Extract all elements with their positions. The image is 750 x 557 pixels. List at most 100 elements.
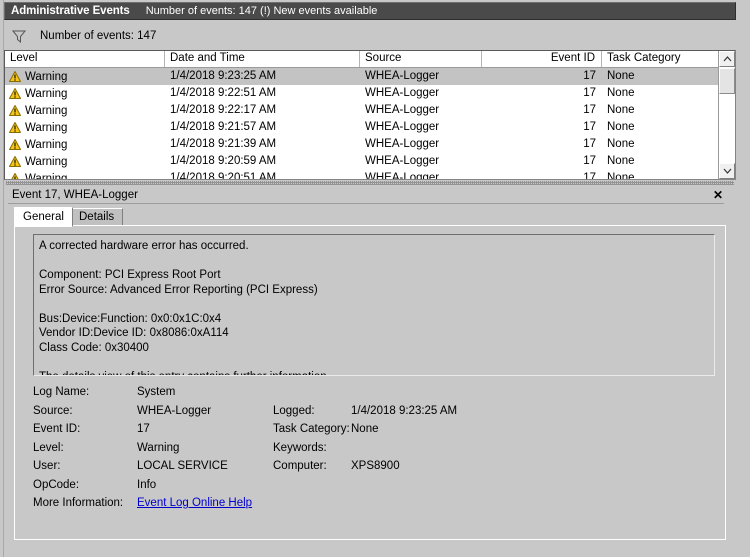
close-icon[interactable]: ✕ (708, 186, 728, 203)
metadata-row-event-id: Event ID: 17 Task Category: None (33, 423, 715, 442)
cell-event-id: 17 (583, 172, 596, 179)
event-viewer-window: Administrative Events Number of events: … (0, 0, 750, 557)
cell-date-and-time: 1/4/2018 9:22:17 AM (170, 104, 277, 116)
metadata-row-opcode: OpCode: Info (33, 479, 715, 498)
table-row[interactable]: Warning 1/4/2018 9:21:39 AM WHEA-Logger 17 N… (5, 136, 718, 153)
scrollbar-thumb[interactable] (719, 68, 735, 94)
window-titlebar: Administrative Events Number of events: … (4, 2, 736, 20)
warning-icon (9, 105, 21, 116)
splitter-grip (6, 181, 734, 185)
level-text: Warning (25, 104, 68, 117)
level-text: Warning (25, 155, 68, 168)
opcode-label: OpCode: (33, 478, 80, 491)
metadata-row-log-name: Log Name: System (33, 386, 715, 405)
cell-event-id: 17 (583, 104, 596, 116)
scroll-down-button[interactable] (719, 163, 735, 179)
warning-icon (9, 88, 21, 99)
cell-date-and-time: 1/4/2018 9:21:57 AM (170, 121, 277, 133)
level-value: Warning (137, 441, 180, 454)
table-row[interactable]: Warning 1/4/2018 9:22:17 AM WHEA-Logger 17 N… (5, 102, 718, 119)
tab-details[interactable]: Details (70, 208, 124, 226)
cell-task-category: None (607, 104, 635, 116)
cell-level: Warning (5, 68, 165, 85)
column-header-event-id[interactable]: Event ID (482, 51, 602, 67)
table-row[interactable]: Warning 1/4/2018 9:22:51 AM WHEA-Logger 17 N… (5, 85, 718, 102)
task-category-value: None (351, 423, 379, 435)
cell-source: WHEA-Logger (365, 104, 440, 116)
cell-event-id: 17 (583, 121, 596, 133)
filter-funnel-icon[interactable] (11, 30, 27, 43)
cell-task-category: None (607, 138, 635, 150)
level-text: Warning (25, 87, 68, 100)
cell-source: WHEA-Logger (365, 70, 440, 82)
cell-source: WHEA-Logger (365, 172, 440, 179)
detail-pane-titlebar: Event 17, WHEA-Logger ✕ (8, 186, 728, 204)
column-header-task-category[interactable]: Task Category (602, 51, 718, 67)
cell-task-category: None (607, 87, 635, 99)
table-row[interactable]: Warning 1/4/2018 9:21:57 AM WHEA-Logger 17 N… (5, 119, 718, 136)
column-header-level[interactable]: Level (5, 51, 165, 67)
level-text: Warning (25, 121, 68, 134)
computer-value: XPS8900 (351, 460, 400, 472)
warning-icon (9, 156, 21, 167)
cell-level: Warning (5, 119, 165, 136)
cell-event-id: 17 (583, 87, 596, 99)
metadata-row-level: Level: Warning Keywords: (33, 442, 715, 461)
detail-tabstrip: General Details (14, 207, 726, 227)
tab-general[interactable]: General (14, 207, 73, 227)
cell-source: WHEA-Logger (365, 87, 440, 99)
cell-source: WHEA-Logger (365, 121, 440, 133)
source-value: WHEA-Logger (137, 404, 212, 417)
cell-level: Warning (5, 102, 165, 119)
cell-level: Warning (5, 153, 165, 170)
event-list-header-row: Level Date and Time Source Event ID Task… (5, 51, 718, 68)
event-count-status: Number of events: 147 (!) New events ava… (145, 5, 378, 17)
metadata-row-more-information: More Information: Event Log Online Help (33, 497, 715, 516)
filter-event-count-label: Number of events: 147 (40, 30, 157, 42)
warning-icon (9, 71, 21, 82)
tab-panel-general: A corrected hardware error has occurred.… (14, 226, 726, 540)
task-category-label: Task Category: (273, 423, 350, 435)
window-right-edge (736, 0, 750, 557)
table-row[interactable]: Warning 1/4/2018 9:20:51 AM WHEA-Logger 17 N… (5, 170, 718, 179)
cell-level: Warning (5, 136, 165, 153)
level-label: Level: (33, 441, 64, 454)
cell-task-category: None (607, 70, 635, 82)
cell-date-and-time: 1/4/2018 9:23:25 AM (170, 70, 277, 82)
keywords-label: Keywords: (273, 441, 327, 454)
user-value: LOCAL SERVICE (137, 460, 228, 472)
logged-value: 1/4/2018 9:23:25 AM (351, 404, 458, 417)
table-row[interactable]: Warning 1/4/2018 9:20:59 AM WHEA-Logger 17 N… (5, 153, 718, 170)
page-title: Administrative Events (11, 5, 130, 17)
computer-label: Computer: (273, 460, 327, 472)
column-header-source[interactable]: Source (360, 51, 482, 67)
event-id-label: Event ID: (33, 423, 81, 435)
level-text: Warning (25, 138, 68, 151)
cell-source: WHEA-Logger (365, 138, 440, 150)
cell-date-and-time: 1/4/2018 9:22:51 AM (170, 87, 277, 99)
event-metadata: Log Name: System Source: WHEA-Logger Log… (33, 386, 715, 516)
event-list-scrollbar[interactable] (718, 51, 735, 179)
warning-icon (9, 139, 21, 150)
cell-date-and-time: 1/4/2018 9:20:59 AM (170, 155, 277, 167)
logged-label: Logged: (273, 404, 315, 417)
cell-source: WHEA-Logger (365, 155, 440, 167)
column-header-date-and-time[interactable]: Date and Time (165, 51, 360, 67)
cell-level: Warning (5, 170, 165, 179)
chevron-up-icon (723, 53, 732, 65)
warning-icon (9, 173, 21, 179)
cell-task-category: None (607, 121, 635, 133)
metadata-row-user: User: LOCAL SERVICE Computer: XPS8900 (33, 460, 715, 479)
window-bottom-edge (4, 548, 736, 554)
more-information-label: More Information: (33, 497, 124, 509)
cell-date-and-time: 1/4/2018 9:21:39 AM (170, 138, 277, 150)
table-row[interactable]: Warning 1/4/2018 9:23:25 AM WHEA-Logger 17 N… (5, 68, 718, 85)
filter-bar: Number of events: 147 (4, 22, 736, 50)
scroll-up-button[interactable] (719, 51, 735, 67)
metadata-row-source: Source: WHEA-Logger Logged: 1/4/2018 9:2… (33, 405, 715, 424)
event-description: A corrected hardware error has occurred.… (33, 234, 715, 376)
event-log-online-help-link[interactable]: Event Log Online Help (137, 497, 252, 509)
cell-task-category: None (607, 155, 635, 167)
event-list-rows: Warning 1/4/2018 9:23:25 AM WHEA-Logger 17 N… (5, 68, 718, 179)
warning-icon (9, 122, 21, 133)
